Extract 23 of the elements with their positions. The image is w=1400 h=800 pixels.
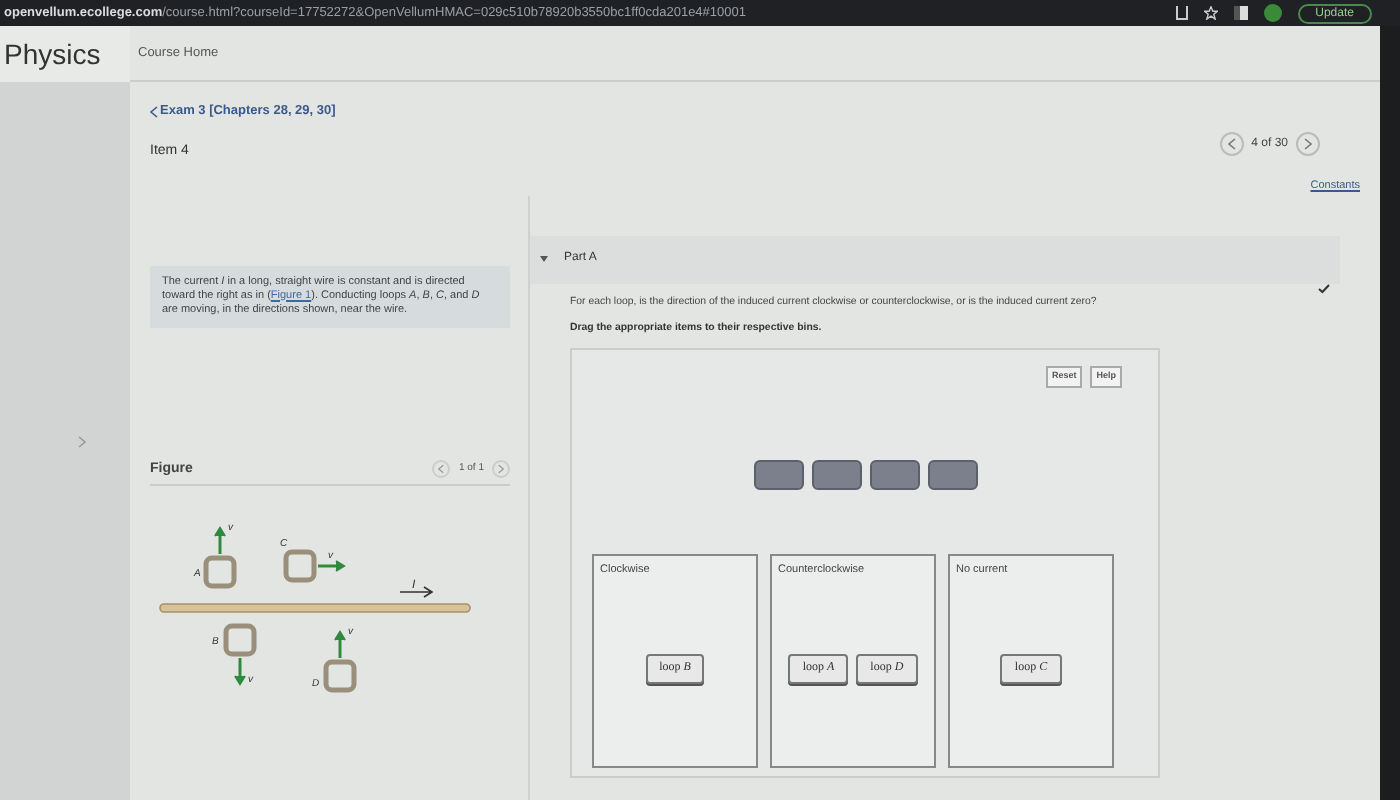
empty-slot — [869, 459, 919, 490]
chevron-right-icon — [1304, 138, 1312, 151]
chevron-left-icon — [438, 464, 445, 475]
chevron-right-icon — [498, 464, 504, 475]
previous-figure-button[interactable] — [432, 460, 451, 479]
chevron-left-icon — [150, 105, 158, 118]
next-button[interactable] — [1296, 132, 1320, 157]
share-icon[interactable] — [1175, 6, 1188, 20]
course-title: Physics — [4, 35, 101, 74]
empty-slot — [811, 459, 861, 490]
empty-slot — [927, 459, 977, 490]
chevron-icon[interactable] — [78, 435, 86, 447]
conducting-loop — [323, 659, 357, 693]
profile-avatar[interactable] — [1263, 4, 1282, 22]
conducting-loop — [283, 549, 317, 583]
chevron-left-icon — [1227, 138, 1236, 151]
empty-slot — [753, 459, 803, 490]
sidebar-icon[interactable] — [1233, 6, 1248, 20]
previous-button[interactable] — [1219, 132, 1244, 157]
conducting-loop — [223, 623, 257, 657]
conducting-loop — [203, 555, 237, 589]
next-figure-button[interactable] — [492, 460, 510, 479]
star-icon[interactable] — [1203, 6, 1218, 20]
